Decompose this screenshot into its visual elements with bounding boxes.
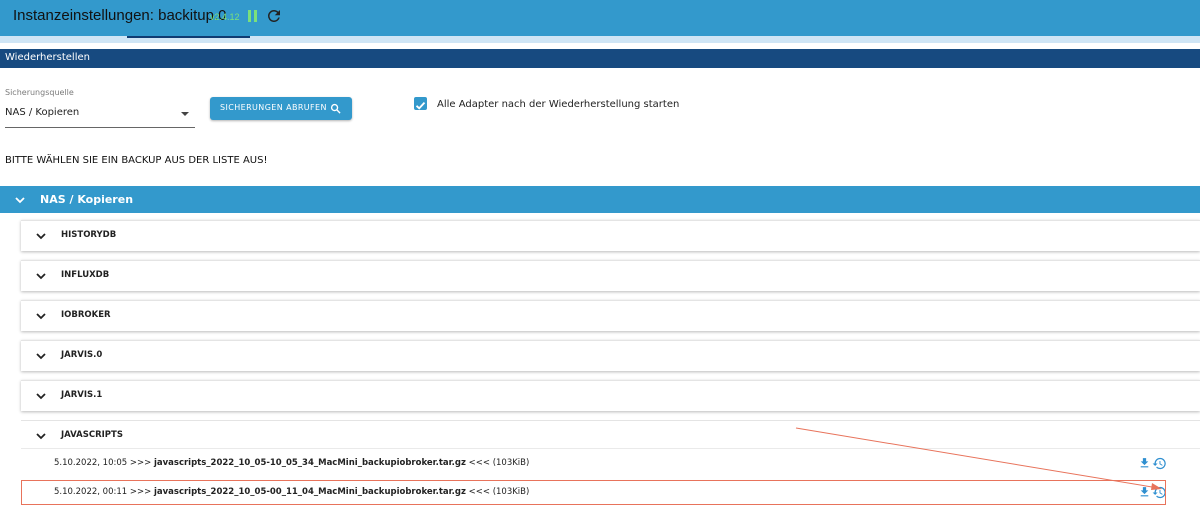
source-select-value: NAS / Kopieren (5, 107, 80, 118)
source-select[interactable]: NAS / Kopieren (5, 101, 195, 128)
checkmark-icon (415, 101, 426, 110)
accordion-nas-copy-label: NAS / Kopieren (40, 193, 134, 206)
accordion-nas-copy[interactable]: NAS / Kopieren (0, 186, 1200, 213)
accordion-historydb[interactable]: HISTORYDB (21, 220, 1200, 251)
active-tab-indicator (127, 36, 250, 38)
chevron-down-icon (36, 353, 46, 360)
instruction-text: BITTE WÄHLEN SIE EIN BACKUP AUS DER LIST… (5, 155, 268, 166)
accordion-jarvis-1[interactable]: JARVIS.1 (21, 380, 1200, 411)
version-badge: v2.4.12 (210, 12, 240, 22)
chevron-down-icon (15, 197, 25, 204)
fetch-backups-button[interactable]: SICHERUNGEN ABRUFEN (210, 97, 352, 120)
chevron-down-icon (36, 433, 46, 440)
accordion-label: HISTORYDB (61, 230, 117, 240)
chevron-down-icon (36, 233, 46, 240)
page-title: Instanzeinstellungen: backitup.0 (13, 7, 227, 24)
search-icon (330, 103, 341, 114)
highlight-box (21, 480, 1166, 505)
accordion-iobroker[interactable]: IOBROKER (21, 300, 1200, 331)
autostart-label: Alle Adapter nach der Wiederherstellung … (437, 99, 680, 110)
pause-icon[interactable] (248, 10, 258, 22)
section-header: Wiederherstellen (0, 49, 1200, 68)
accordion-label: INFLUXDB (61, 270, 110, 280)
accordion-influxdb[interactable]: INFLUXDB (21, 260, 1200, 291)
dropdown-caret-icon (181, 112, 189, 116)
accordion-javascripts[interactable]: JAVASCRIPTS (21, 420, 1200, 451)
backup-row[interactable]: 5.10.2022, 10:05 >>> javascripts_2022_10… (21, 450, 1200, 476)
app-header: Instanzeinstellungen: backitup.0 v2.4.12 (0, 0, 1200, 36)
accordion-jarvis-0[interactable]: JARVIS.0 (21, 340, 1200, 371)
source-select-label: Sicherungsquelle (5, 88, 74, 97)
backup-entry-text: 5.10.2022, 10:05 >>> javascripts_2022_10… (54, 458, 530, 468)
reload-icon[interactable] (265, 7, 283, 25)
section-title: Wiederherstellen (5, 52, 90, 63)
fetch-backups-label: SICHERUNGEN ABRUFEN (220, 103, 327, 112)
accordion-label: JARVIS.0 (61, 350, 103, 360)
restore-icon[interactable] (1152, 456, 1167, 471)
download-icon[interactable] (1138, 456, 1151, 470)
chevron-down-icon (36, 393, 46, 400)
accordion-label: JAVASCRIPTS (61, 430, 123, 440)
chevron-down-icon (36, 273, 46, 280)
backup-filename: javascripts_2022_10_05-10_05_34_MacMini_… (153, 458, 466, 468)
chevron-down-icon (36, 313, 46, 320)
autostart-checkbox[interactable] (414, 97, 427, 110)
accordion-label: IOBROKER (61, 310, 111, 320)
accordion-label: JARVIS.1 (61, 390, 103, 400)
